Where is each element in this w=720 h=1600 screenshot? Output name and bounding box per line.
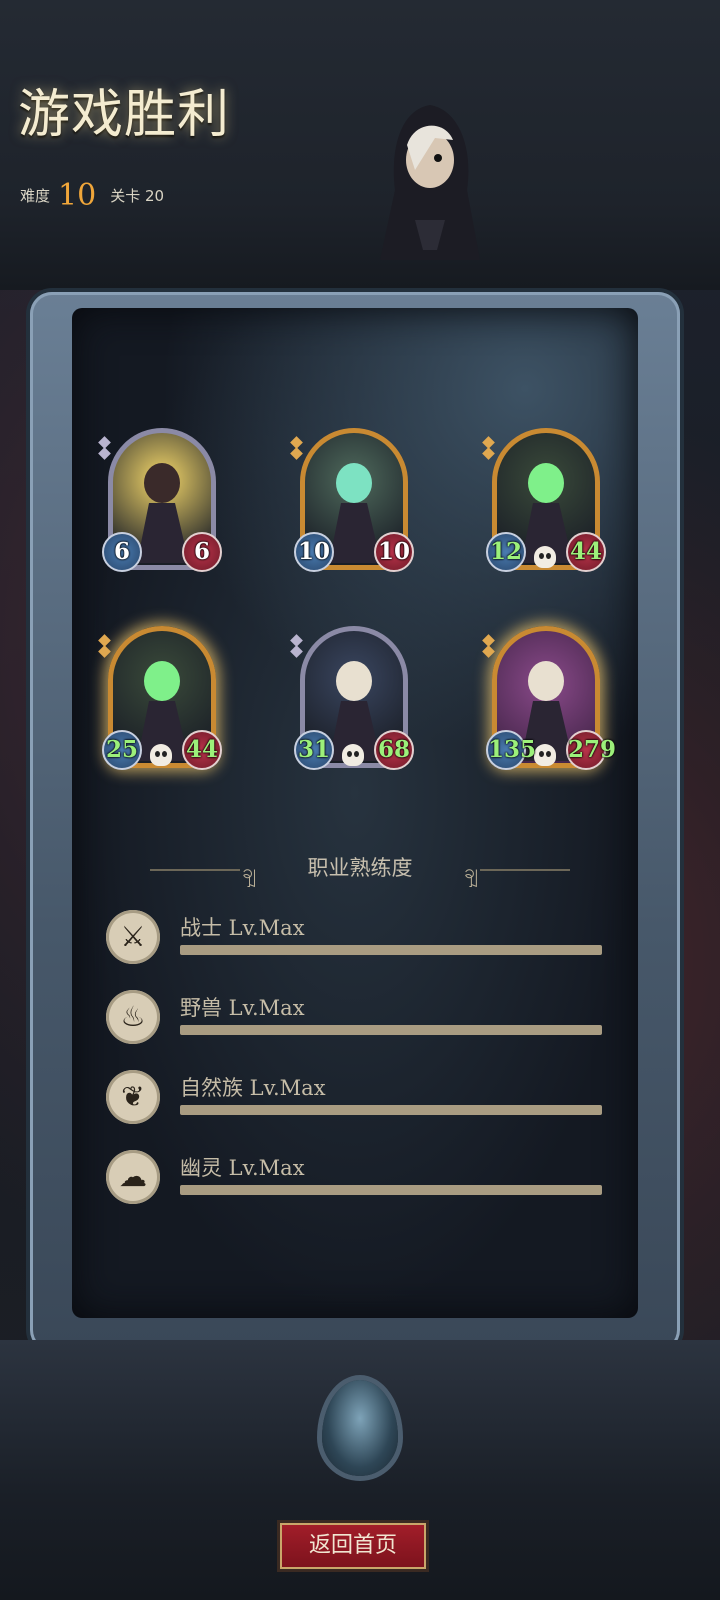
swirl-left-icon: ꩾ [242,859,257,883]
health-badge: 6 [182,532,222,572]
attack-badge: 6 [102,532,142,572]
difficulty-label: 难度 [20,187,51,205]
proficiency-row: ⚔ 战士 Lv.Max [106,910,606,970]
attack-badge: 25 [102,730,142,770]
nature-icon: ❦ [106,1070,160,1124]
proficiency-fill [180,1185,602,1195]
hero-portrait-icon [380,105,480,260]
health-badge: 44 [566,532,606,572]
minion-card: 25 44 [98,626,222,776]
claw-icon: ♨ [106,990,160,1044]
minion-card: 31 68 [290,626,414,776]
attack-badge: 135 [486,730,536,770]
proficiency-label: 幽灵 Lv.Max [180,1156,305,1180]
health-badge: 10 [374,532,414,572]
proficiency-header: ꩾ 职业熟练度 ꩾ [150,852,570,883]
skull-icon [534,744,556,766]
proficiency-bar [180,1105,602,1115]
proficiency-label: 战士 Lv.Max [180,916,305,940]
rarity-gems-icon [290,634,303,658]
proficiency-row: ♨ 野兽 Lv.Max [106,990,606,1050]
rarity-gems-icon [98,436,111,460]
home-button[interactable]: 返回首页 [277,1520,429,1572]
proficiency-label: 野兽 Lv.Max [180,996,305,1020]
minion-card: 10 10 [290,428,414,578]
health-badge: 44 [182,730,222,770]
health-badge: 68 [374,730,414,770]
sword-icon: ⚔ [106,910,160,964]
attack-badge: 10 [294,532,334,572]
proficiency-title: 职业熟练度 [307,856,413,880]
skull-icon [534,546,556,568]
proficiency-fill [180,945,602,955]
attack-badge: 31 [294,730,334,770]
ghost-icon: ☁ [106,1150,160,1204]
proficiency-row: ❦ 自然族 Lv.Max [106,1070,606,1130]
rarity-gems-icon [98,634,111,658]
health-badge: 279 [566,730,616,770]
skull-icon [342,744,364,766]
page-title: 游戏胜利 [18,85,231,145]
proficiency-bar [180,1025,602,1035]
proficiency-bar [180,945,602,955]
rarity-gems-icon [290,436,303,460]
level-info: 难度 10 关卡 20 [20,178,164,213]
swirl-right-icon: ꩾ [463,859,478,883]
proficiency-row: ☁ 幽灵 Lv.Max [106,1150,606,1210]
victory-screen: 游戏胜利 难度 10 关卡 20 6 6 10 10 12 44 25 44 31 68 135 279 … [0,0,720,1600]
header: 游戏胜利 难度 10 关卡 20 [0,0,720,290]
proficiency-fill [180,1105,602,1115]
minion-card: 135 279 [482,626,616,776]
minion-card: 66 [98,428,222,578]
difficulty-value: 10 [58,178,97,213]
proficiency-fill [180,1025,602,1035]
skull-icon [150,744,172,766]
proficiency-label: 自然族 Lv.Max [180,1076,326,1100]
attack-badge: 12 [486,532,526,572]
rarity-gems-icon [482,436,495,460]
proficiency-bar [180,1185,602,1195]
stage-label: 关卡 20 [110,187,165,205]
rarity-gems-icon [482,634,495,658]
minion-card: 12 44 [482,428,606,578]
